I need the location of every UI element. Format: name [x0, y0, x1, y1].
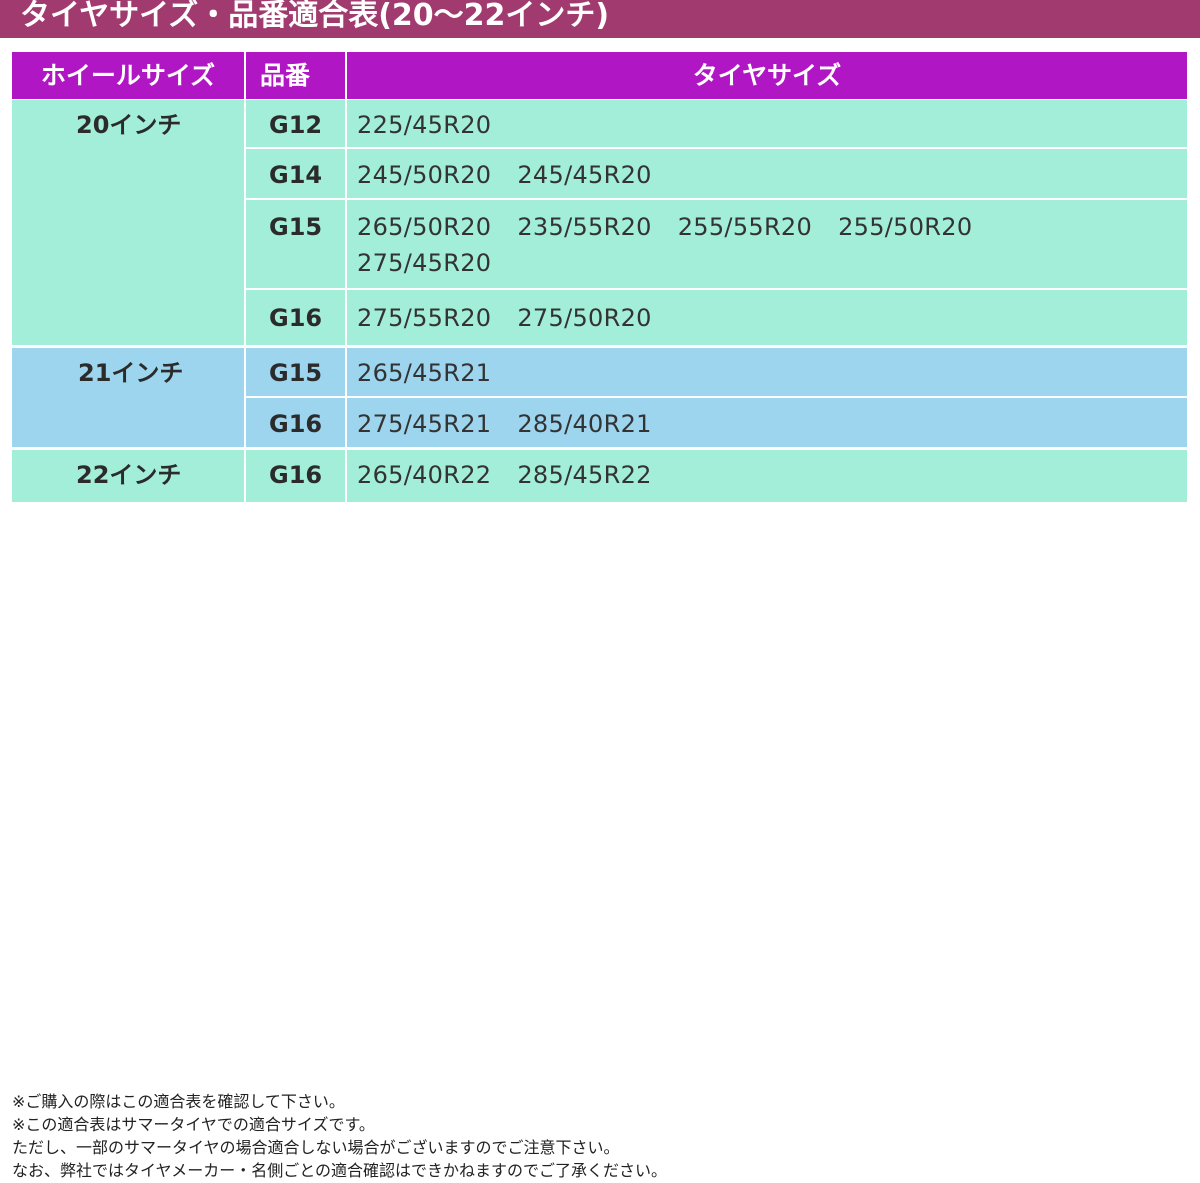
- notes: ※ご購入の際はこの適合表を確認して下さい。 ※この適合表はサマータイヤでの適合サ…: [12, 1090, 667, 1182]
- header-part-number: 品番: [246, 52, 345, 99]
- part-number-cell: G16: [269, 410, 323, 438]
- part-number-cell: G15: [269, 359, 323, 387]
- tire-size: 265/50R20: [357, 213, 492, 241]
- tire-size: 285/40R21: [517, 410, 652, 438]
- tire-size: 255/50R20: [838, 213, 973, 241]
- part-number-cell: G15: [269, 213, 323, 241]
- tire-sizes-cell: 275/45R21 285/40R21: [357, 409, 678, 439]
- note-line: ※ご購入の際はこの適合表を確認して下さい。: [12, 1092, 345, 1111]
- part-number-cell: G14: [269, 161, 323, 189]
- tire-size: 265/45R21: [357, 359, 492, 387]
- tire-size: 245/45R20: [517, 161, 652, 189]
- tire-size: 255/55R20: [677, 213, 813, 241]
- tire-sizes-cell: 265/50R20 235/55R20 255/55R20 255/50R20: [357, 212, 998, 242]
- tire-size: 275/45R20: [357, 249, 492, 277]
- tire-size: 265/40R22: [357, 461, 492, 489]
- tire-sizes-cell: 265/40R22 285/45R22: [357, 460, 678, 490]
- tire-sizes-cell: 275/55R20 275/50R20: [357, 303, 678, 333]
- tire-sizes-cell: 245/50R20 245/45R20: [357, 160, 678, 190]
- group-20-inch: 20インチ G12 225/45R20 G14 245/50R20 245/45R…: [12, 100, 1187, 345]
- header-part-number-label: 品番: [260, 61, 311, 90]
- part-number-cell: G12: [269, 111, 323, 139]
- tire-size: 235/55R20: [517, 213, 652, 241]
- tire-sizes-cell: 225/45R20: [357, 110, 517, 140]
- tire-size: 275/45R21: [357, 410, 492, 438]
- header-tire-size: タイヤサイズ: [347, 52, 1187, 99]
- header-tire-size-label: タイヤサイズ: [692, 61, 842, 90]
- tire-size: 275/55R20: [357, 304, 492, 332]
- tire-size: 285/45R22: [517, 461, 652, 489]
- tire-size: 245/50R20: [357, 161, 492, 189]
- page-title: タイヤサイズ・品番適合表(20〜22インチ): [20, 0, 610, 33]
- header-wheel-size-label: ホイールサイズ: [40, 61, 216, 90]
- header-wheel-size: ホイールサイズ: [12, 52, 244, 99]
- tire-sizes-cell-continued: 275/45R20: [357, 248, 517, 278]
- tire-sizes-cell: 265/45R21: [357, 358, 517, 388]
- wheel-size-cell: 21インチ: [78, 359, 184, 387]
- group-22-inch: 22インチ G16 265/40R22 285/45R22: [12, 450, 1187, 502]
- tire-size: 275/50R20: [517, 304, 652, 332]
- group-21-inch: 21インチ G15 265/45R21 G16 275/45R21 285/40R…: [12, 348, 1187, 447]
- tire-size: 225/45R20: [357, 111, 492, 139]
- wheel-size-cell: 22インチ: [76, 461, 182, 489]
- wheel-size-cell: 20インチ: [76, 111, 182, 139]
- title-bar: タイヤサイズ・品番適合表(20〜22インチ): [0, 0, 1200, 38]
- note-line: ただし、一部のサマータイヤの場合適合しない場合がございますのでご注意下さい。: [12, 1138, 620, 1157]
- part-number-cell: G16: [269, 304, 323, 332]
- part-number-cell: G16: [269, 461, 323, 489]
- note-line: なお、弊社ではタイヤメーカー・名側ごとの適合確認はできかねますのでご了承ください…: [12, 1161, 668, 1180]
- note-line: ※この適合表はサマータイヤでの適合サイズです。: [12, 1115, 375, 1134]
